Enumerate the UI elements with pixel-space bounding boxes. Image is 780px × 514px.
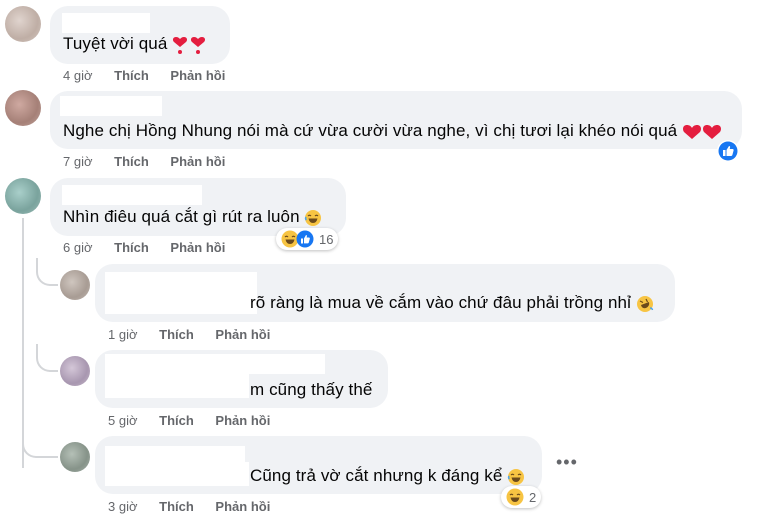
reply-time[interactable]: 1 giờ bbox=[108, 327, 138, 342]
replier-name-mask bbox=[105, 292, 257, 314]
like-button[interactable]: Thích bbox=[114, 154, 149, 169]
like-button[interactable]: Thích bbox=[114, 240, 149, 255]
reply-text-content: rõ ràng là mua về cắm vào chứ đâu phải t… bbox=[250, 293, 631, 312]
avatar[interactable] bbox=[5, 6, 41, 42]
reply-meta: 3 giờ Thích Phản hồi bbox=[108, 499, 288, 514]
comment-meta: 7 giờ Thích Phản hồi bbox=[63, 154, 243, 169]
comment-time[interactable]: 6 giờ bbox=[63, 240, 93, 255]
reaction-summary[interactable]: 2 bbox=[501, 486, 542, 508]
reply-button[interactable]: Phản hồi bbox=[170, 68, 225, 83]
replier-name[interactable] bbox=[105, 272, 257, 292]
reply-button[interactable]: Phản hồi bbox=[215, 499, 270, 514]
avatar[interactable] bbox=[60, 442, 90, 472]
commenter-name[interactable] bbox=[60, 96, 162, 116]
avatar[interactable] bbox=[5, 90, 41, 126]
comment-text: Nhìn điêu quá cắt gì rút ra luôn bbox=[63, 207, 322, 227]
reply-text-content: m cũng thấy thế bbox=[250, 380, 373, 399]
reply-button[interactable]: Phản hồi bbox=[170, 154, 225, 169]
comment-text-content: Nghe chị Hồng Nhung nói mà cứ vừa cười v… bbox=[63, 121, 678, 140]
reaction-count: 2 bbox=[529, 489, 537, 505]
reply-text: Cũng trả vờ cắt nhưng k đáng kể bbox=[250, 466, 525, 486]
reply-button[interactable]: Phản hồi bbox=[170, 240, 225, 255]
replier-name-mask bbox=[105, 462, 249, 486]
more-dots-icon[interactable]: ••• bbox=[556, 452, 578, 473]
avatar[interactable] bbox=[5, 178, 41, 214]
laugh-reaction-icon bbox=[506, 488, 524, 506]
thread-connector bbox=[22, 430, 58, 458]
comment-meta: 6 giờ Thích Phản hồi bbox=[63, 240, 243, 255]
laugh-emoji-icon bbox=[508, 468, 525, 485]
like-button[interactable]: Thích bbox=[159, 327, 194, 342]
laugh-emoji-icon bbox=[305, 209, 322, 226]
comment-time[interactable]: 7 giờ bbox=[63, 154, 93, 169]
reply-text-content: Cũng trả vờ cắt nhưng k đáng kể bbox=[250, 466, 503, 485]
like-reaction-icon bbox=[296, 230, 314, 248]
red-heart-icon bbox=[683, 124, 722, 139]
avatar[interactable] bbox=[60, 356, 90, 386]
reply-meta: 1 giờ Thích Phản hồi bbox=[108, 327, 288, 342]
comment-time[interactable]: 4 giờ bbox=[63, 68, 93, 83]
like-button[interactable]: Thích bbox=[114, 68, 149, 83]
comment-text: Nghe chị Hồng Nhung nói mà cứ vừa cười v… bbox=[63, 121, 722, 141]
reply-button[interactable]: Phản hồi bbox=[215, 327, 270, 342]
avatar[interactable] bbox=[60, 270, 90, 300]
replier-name[interactable] bbox=[105, 354, 325, 374]
thread-connector bbox=[36, 258, 58, 286]
like-button[interactable]: Thích bbox=[159, 499, 194, 514]
reply-time[interactable]: 5 giờ bbox=[108, 413, 138, 428]
comment-text-content: Tuyệt vời quá bbox=[63, 34, 168, 53]
reply-text: rõ ràng là mua về cắm vào chứ đâu phải t… bbox=[250, 293, 654, 313]
commenter-name[interactable] bbox=[62, 185, 202, 205]
comment-text: Tuyệt vời quá bbox=[63, 34, 208, 55]
reply-meta: 5 giờ Thích Phản hồi bbox=[108, 413, 288, 428]
reaction-count: 16 bbox=[319, 231, 334, 247]
reaction-summary[interactable]: 16 bbox=[276, 228, 339, 250]
reply-text: m cũng thấy thế bbox=[250, 380, 372, 400]
heart-exclamation-icon bbox=[173, 36, 206, 54]
like-button[interactable]: Thích bbox=[159, 413, 194, 428]
like-reaction-icon[interactable] bbox=[716, 139, 740, 163]
replier-name-mask bbox=[105, 372, 249, 398]
commenter-name[interactable] bbox=[62, 13, 150, 33]
rolling-laugh-emoji-icon bbox=[636, 295, 654, 312]
reply-time[interactable]: 3 giờ bbox=[108, 499, 138, 514]
comment-text-content: Nhìn điêu quá cắt gì rút ra luôn bbox=[63, 207, 300, 226]
comment-meta: 4 giờ Thích Phản hồi bbox=[63, 68, 243, 83]
thread-connector bbox=[36, 344, 58, 372]
reply-button[interactable]: Phản hồi bbox=[215, 413, 270, 428]
